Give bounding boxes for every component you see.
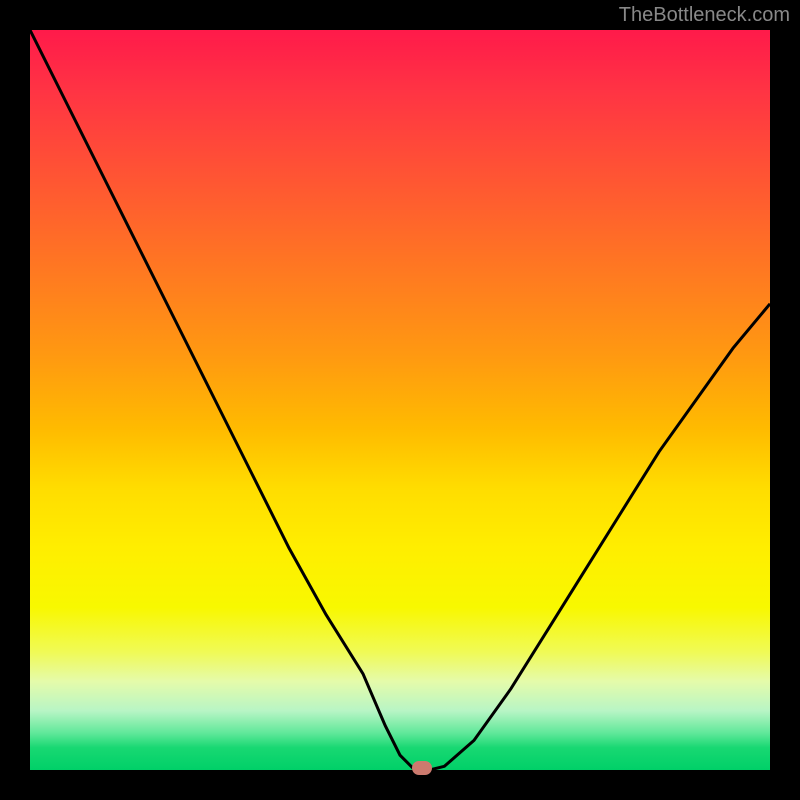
watermark-text: TheBottleneck.com bbox=[619, 4, 790, 27]
bottleneck-curve bbox=[30, 30, 770, 770]
optimal-point-marker bbox=[412, 761, 432, 775]
chart-plot-area bbox=[30, 30, 770, 770]
